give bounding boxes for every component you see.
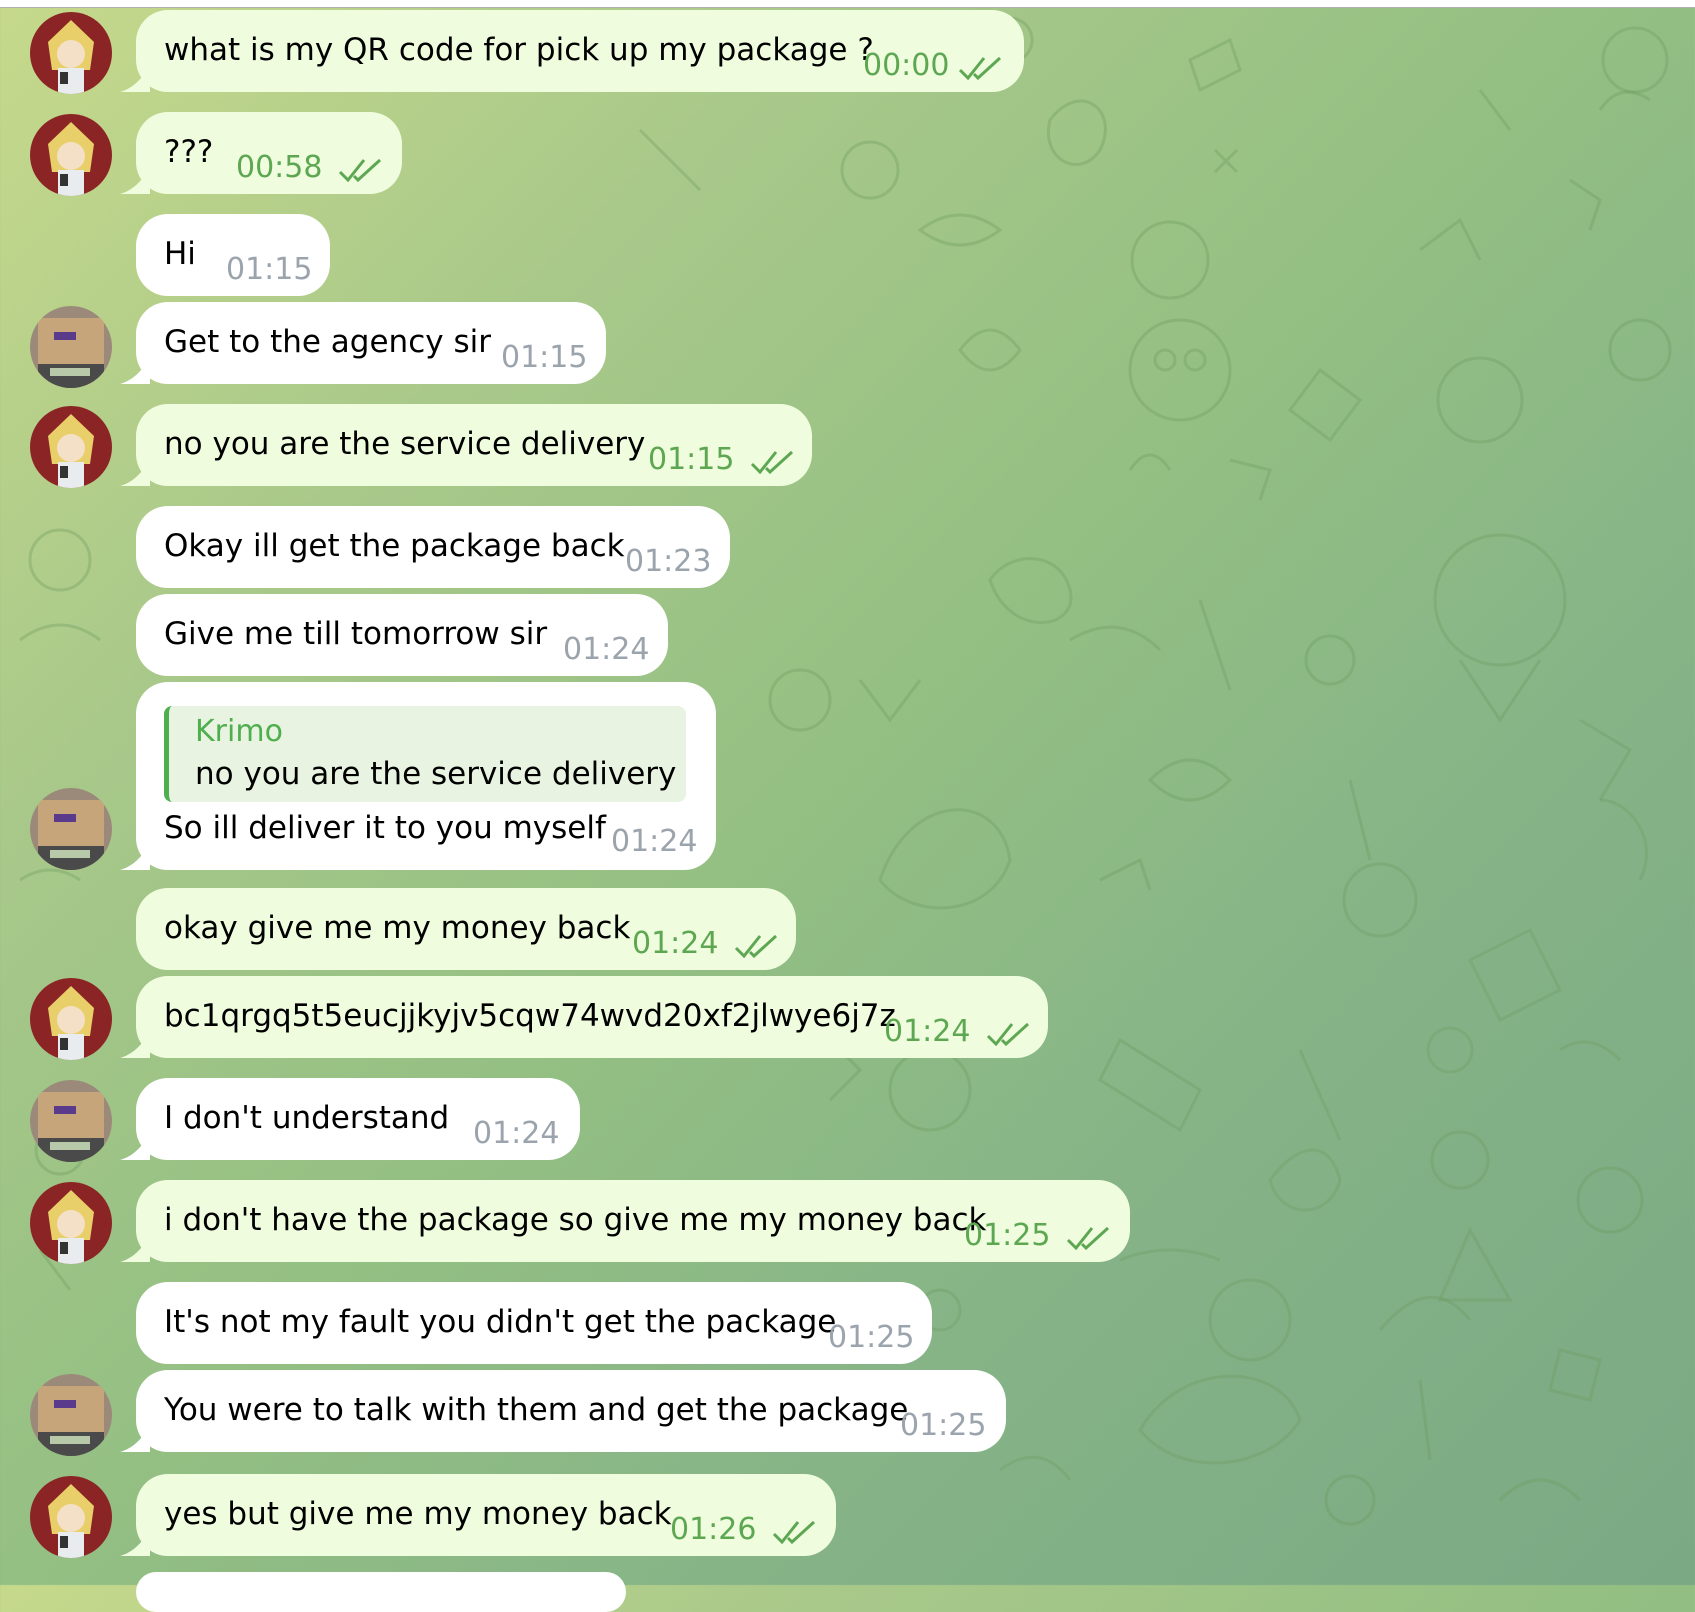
message-bubble[interactable]: Give me till tomorrow sir 01:24: [136, 594, 668, 676]
sender-avatar-package[interactable]: [30, 306, 112, 388]
message-time: 01:24: [611, 824, 698, 859]
message-text: Hi: [164, 236, 196, 272]
message-text: So ill deliver it to you myself: [164, 810, 606, 846]
message-bubble[interactable]: You were to talk with them and get the p…: [136, 1370, 1006, 1452]
double-check-icon: [958, 56, 1002, 80]
message-text: i don't have the package so give me my m…: [164, 1202, 987, 1238]
reply-text: no you are the service delivery: [195, 756, 677, 792]
message-text: okay give me my money back: [164, 910, 631, 946]
double-check-icon: [1066, 1226, 1110, 1250]
message-time: 01:24: [563, 632, 650, 667]
message-text: ???: [164, 134, 214, 170]
message-bubble[interactable]: what is my QR code for pick up my packag…: [136, 10, 1024, 92]
reply-author: Krimo: [195, 714, 283, 749]
message-time: 01:24: [884, 1014, 971, 1049]
message-bubble[interactable]: no you are the service delivery 01:15: [136, 404, 812, 486]
message-text: It's not my fault you didn't get the pac…: [164, 1304, 837, 1340]
sender-avatar-anime[interactable]: [30, 978, 112, 1060]
double-check-icon: [338, 158, 382, 182]
message-time: 00:00: [863, 48, 950, 83]
reply-message-bubble[interactable]: Krimo no you are the service delivery So…: [136, 682, 716, 870]
message-bubble[interactable]: bc1qrgq5t5eucjjkyjv5cqw74wvd20xf2jlwye6j…: [136, 976, 1048, 1058]
message-bubble[interactable]: Okay ill get the package back 01:23: [136, 506, 730, 588]
message-time: 01:26: [670, 1512, 757, 1547]
message-time: 01:24: [632, 926, 719, 961]
double-check-icon: [734, 934, 778, 958]
message-text: You were to talk with them and get the p…: [164, 1392, 909, 1428]
message-time: 01:15: [648, 442, 735, 477]
message-text: yes but give me my money back: [164, 1496, 672, 1532]
message-bubble[interactable]: okay give me my money back 01:24: [136, 888, 796, 970]
message-text: Give me till tomorrow sir: [164, 616, 548, 652]
sender-avatar-anime[interactable]: [30, 114, 112, 196]
sender-avatar-package[interactable]: [30, 1374, 112, 1456]
message-text: Okay ill get the package back: [164, 528, 625, 564]
sender-avatar-anime[interactable]: [30, 1182, 112, 1264]
message-time: 01:24: [473, 1116, 560, 1151]
message-time: 01:15: [226, 252, 313, 287]
message-time: 01:25: [964, 1218, 1051, 1253]
message-bubble[interactable]: Hi 01:15: [136, 214, 330, 296]
sender-avatar-anime[interactable]: [30, 406, 112, 488]
message-text: bc1qrgq5t5eucjjkyjv5cqw74wvd20xf2jlwye6j…: [164, 998, 896, 1034]
message-time: 01:25: [828, 1320, 915, 1355]
message-time: 00:58: [236, 150, 323, 185]
chat-history[interactable]: what is my QR code for pick up my packag…: [0, 0, 1695, 1612]
double-check-icon: [986, 1022, 1030, 1046]
message-time: 01:15: [501, 340, 588, 375]
message-time: 01:23: [625, 544, 712, 579]
message-text: Get to the agency sir: [164, 324, 491, 360]
sender-avatar-package[interactable]: [30, 1080, 112, 1162]
message-text: what is my QR code for pick up my packag…: [164, 32, 874, 68]
double-check-icon: [750, 450, 794, 474]
message-bubble[interactable]: ??? 00:58: [136, 112, 402, 194]
sender-avatar-anime[interactable]: [30, 1476, 112, 1558]
message-bubble[interactable]: i don't have the package so give me my m…: [136, 1180, 1130, 1262]
message-bubble[interactable]: I don't understand 01:24: [136, 1078, 580, 1160]
reply-quote[interactable]: Krimo no you are the service delivery: [164, 706, 686, 802]
message-time: 01:25: [900, 1408, 987, 1443]
message-bubble-partial[interactable]: [136, 1572, 626, 1612]
sender-avatar-package[interactable]: [30, 788, 112, 870]
sender-avatar-anime[interactable]: [30, 12, 112, 94]
message-text: I don't understand: [164, 1100, 450, 1136]
message-bubble[interactable]: It's not my fault you didn't get the pac…: [136, 1282, 932, 1364]
double-check-icon: [772, 1520, 816, 1544]
message-bubble[interactable]: yes but give me my money back 01:26: [136, 1474, 836, 1556]
message-text: no you are the service delivery: [164, 426, 646, 462]
message-bubble[interactable]: Get to the agency sir 01:15: [136, 302, 606, 384]
